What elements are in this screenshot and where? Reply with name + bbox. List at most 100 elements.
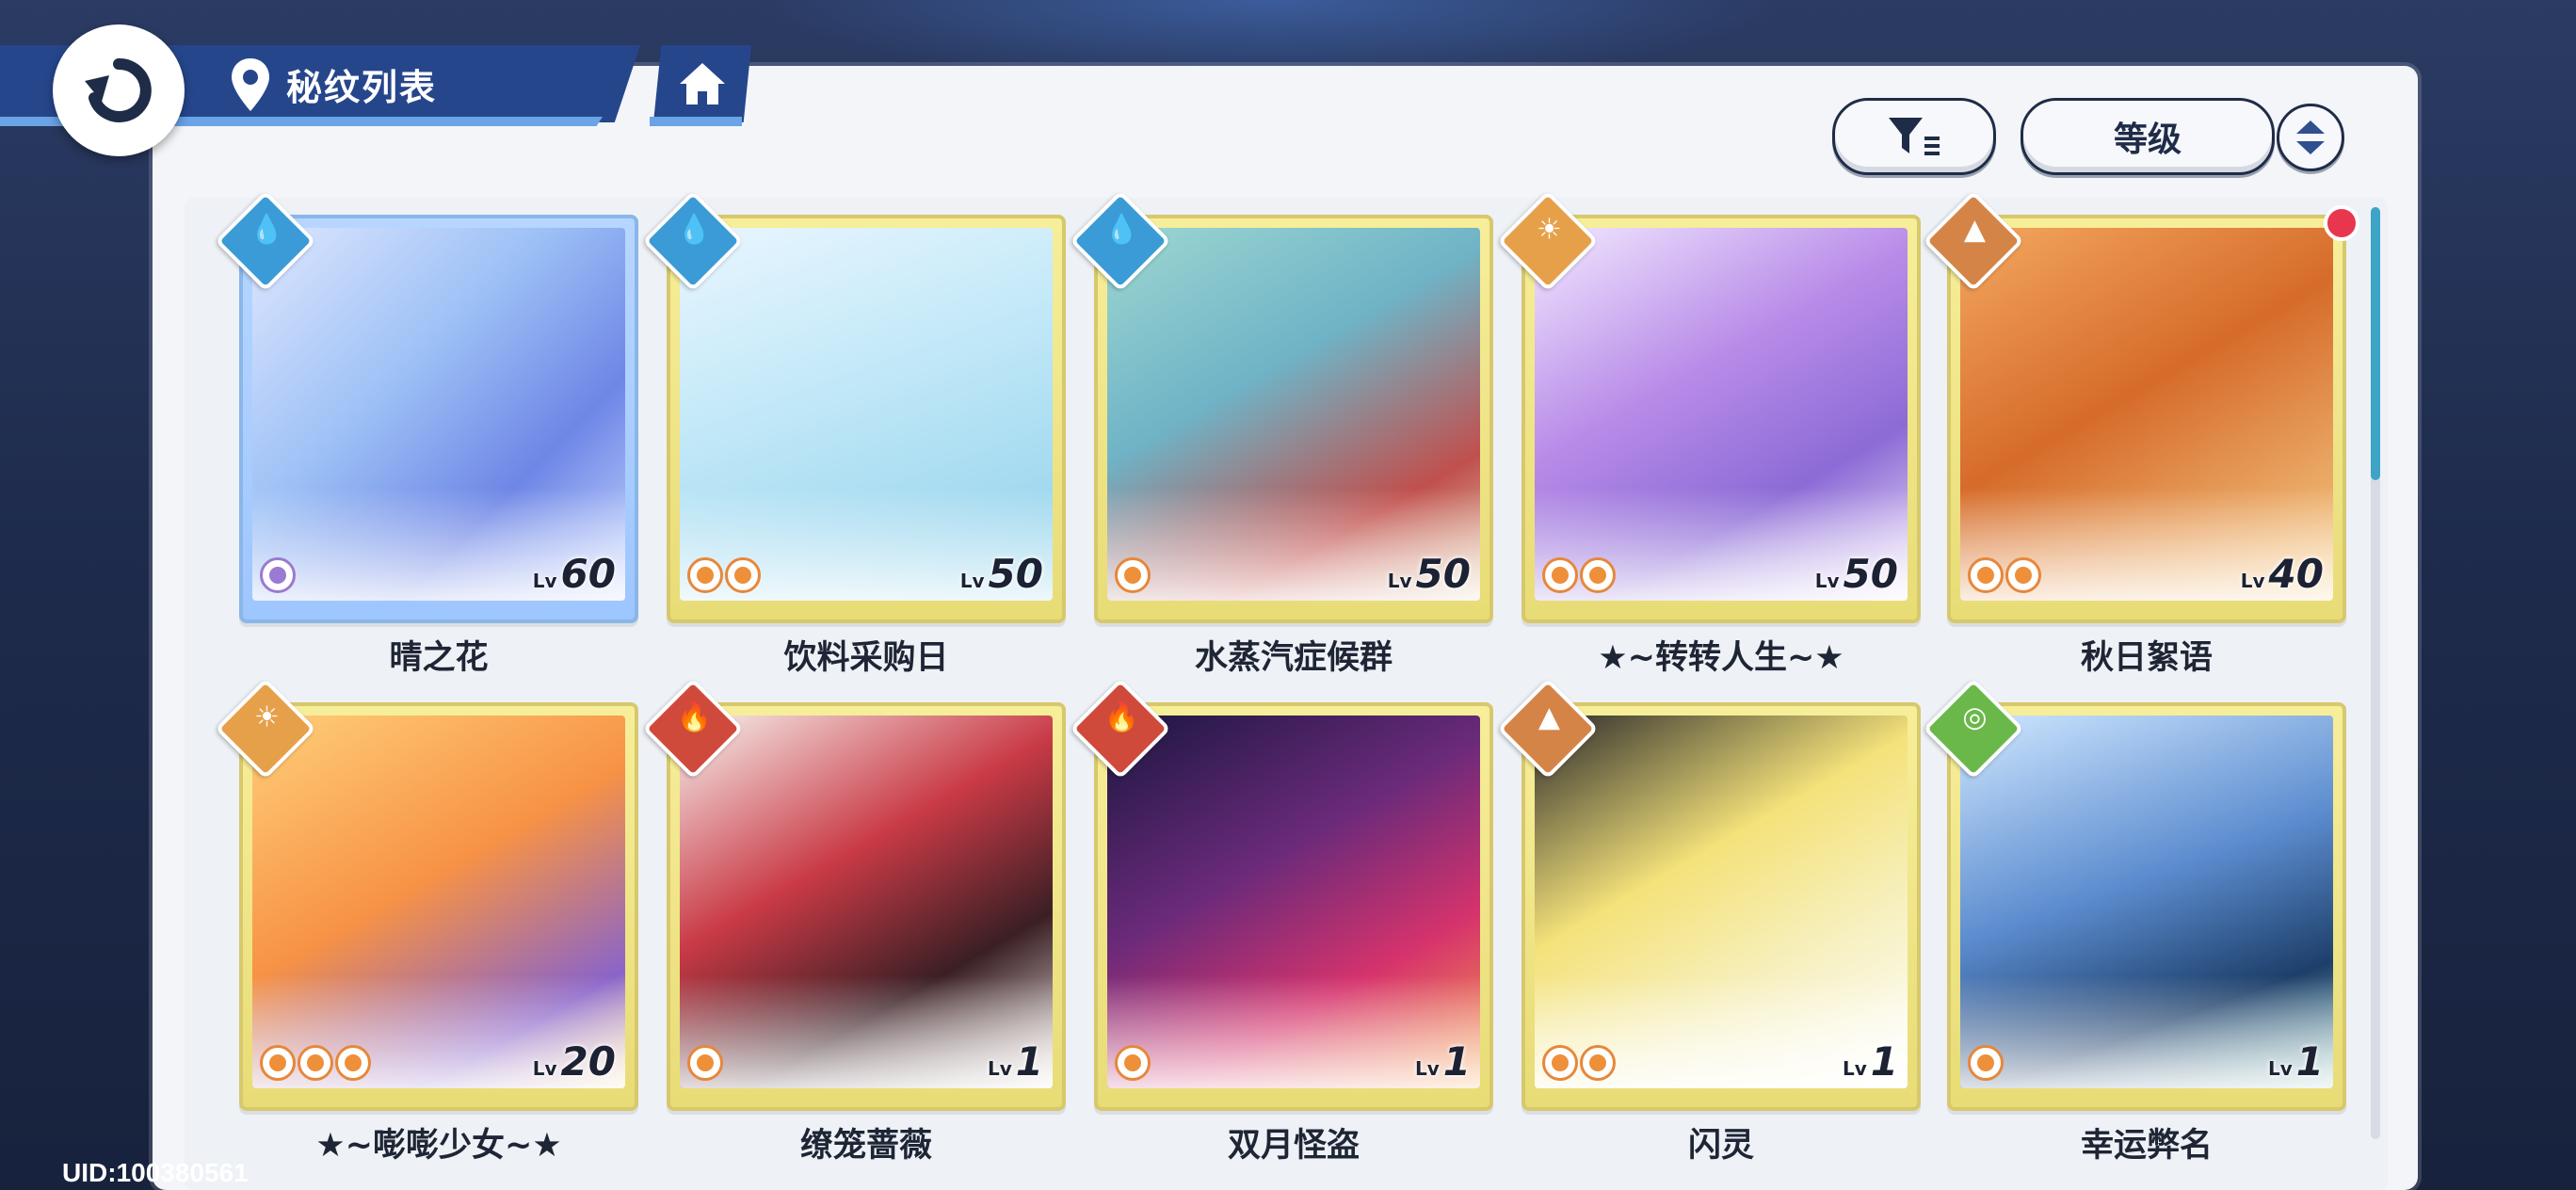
coin-icon: [1115, 1045, 1151, 1081]
coin-row: [687, 557, 761, 593]
home-stripe: [650, 117, 742, 126]
level-value: 40: [2268, 551, 2324, 597]
card-title: ★~转转人生~★: [1598, 639, 1844, 677]
coin-icon: [335, 1045, 371, 1081]
coin-icon: [1580, 557, 1616, 593]
card-art: [1535, 716, 1908, 1088]
level-prefix: Lv: [1842, 1057, 1867, 1080]
level-prefix: Lv: [1814, 570, 1840, 592]
level-value: 50: [988, 551, 1043, 597]
card-item[interactable]: 🔥 Lv1 双月怪盗: [1070, 678, 1493, 1165]
card-item[interactable]: ☀ Lv50 ★~转转人生~★: [1497, 190, 1921, 677]
scrollbar-thumb[interactable]: [2371, 207, 2380, 480]
card-art: [680, 228, 1053, 601]
card-level: Lv1: [988, 1038, 1043, 1085]
card-level: Lv50: [1815, 551, 1898, 597]
map-pin-icon: [232, 58, 269, 111]
card-level: Lv60: [533, 551, 616, 597]
card-level: Lv1: [1415, 1038, 1471, 1085]
filter-icon: [1889, 118, 1940, 155]
coin-icon: [687, 1045, 723, 1081]
coin-icon: [687, 557, 723, 593]
level-prefix: Lv: [532, 1057, 557, 1080]
coin-icon: [1968, 557, 2004, 593]
level-prefix: Lv: [959, 570, 985, 592]
back-button[interactable]: [53, 24, 185, 156]
card-title: 闪灵: [1687, 1127, 1754, 1165]
coin-row: [1968, 557, 2041, 593]
uid-label: UID:100380561: [62, 1158, 249, 1187]
card-item[interactable]: ◎ Lv1 幸运弊名: [1923, 678, 2346, 1165]
card-item[interactable]: 💧 Lv60 晴之花: [215, 190, 638, 677]
card-title: 秋日絮语: [2080, 639, 2213, 677]
coin-row: [260, 557, 296, 593]
fire-glyph-icon: 🔥: [676, 700, 713, 733]
coin-row: [1968, 1045, 2004, 1081]
level-prefix: Lv: [987, 1057, 1012, 1080]
home-button[interactable]: [653, 45, 751, 122]
card-title: 缭笼蔷薇: [799, 1127, 932, 1165]
level-prefix: Lv: [532, 570, 557, 592]
card-art: [680, 716, 1053, 1088]
coin-icon: [1115, 557, 1151, 593]
level-value: 20: [560, 1038, 616, 1085]
card-level: Lv20: [533, 1038, 616, 1085]
card-title: 双月怪盗: [1227, 1127, 1360, 1165]
level-prefix: Lv: [1414, 1057, 1440, 1080]
sort-order-toggle[interactable]: [2277, 104, 2344, 171]
card-item[interactable]: 🔥 Lv1 缭笼蔷薇: [642, 678, 1066, 1165]
coin-icon: [2005, 557, 2041, 593]
card-title: 水蒸汽症候群: [1194, 639, 1393, 677]
card-art: [252, 228, 625, 601]
wind-glyph-icon: ◎: [1962, 700, 1988, 733]
light-glyph-icon: ☀: [1536, 212, 1562, 246]
coin-row: [1115, 557, 1151, 593]
notification-dot: [2324, 205, 2359, 241]
level-value: 1: [2295, 1038, 2324, 1085]
card-title: 幸运弊名: [2080, 1127, 2213, 1165]
card-item[interactable]: ▲ Lv40 秋日絮语: [1923, 190, 2359, 677]
card-item[interactable]: ☀ Lv20 ★~嘭嘭少女~★: [215, 678, 638, 1165]
level-value: 1: [1870, 1038, 1898, 1085]
card-title: 饮料采购日: [783, 639, 949, 677]
level-prefix: Lv: [2267, 1057, 2293, 1080]
back-arrow-icon: [85, 57, 152, 122]
card-item[interactable]: 💧 Lv50 水蒸汽症候群: [1070, 190, 1493, 677]
coin-row: [260, 1045, 371, 1081]
card-item[interactable]: 💧 Lv50 饮料采购日: [642, 190, 1066, 677]
page-title: 秘纹列表: [286, 67, 438, 108]
filter-button[interactable]: [1832, 98, 1996, 175]
coin-row: [1542, 1045, 1616, 1081]
level-value: 50: [1415, 551, 1471, 597]
card-level: Lv1: [2268, 1038, 2324, 1085]
coin-icon: [260, 557, 296, 593]
card-art: [1960, 716, 2333, 1088]
card-title: 晴之花: [389, 639, 489, 677]
level-value: 1: [1015, 1038, 1043, 1085]
level-prefix: Lv: [1387, 570, 1412, 592]
card-title: ★~嘭嘭少女~★: [315, 1127, 562, 1165]
sort-select[interactable]: 等级: [2021, 98, 2275, 175]
card-level: Lv40: [2241, 551, 2324, 597]
card-item[interactable]: ▲ Lv1 闪灵: [1497, 678, 1921, 1165]
coin-row: [1542, 557, 1616, 593]
water-glyph-icon: 💧: [676, 212, 713, 246]
home-icon: [680, 63, 725, 105]
coin-icon: [1542, 557, 1578, 593]
coin-icon: [1542, 1045, 1578, 1081]
coin-icon: [1580, 1045, 1616, 1081]
card-art: [1107, 716, 1480, 1088]
coin-icon: [1968, 1045, 2004, 1081]
coin-row: [1115, 1045, 1151, 1081]
level-value: 50: [1843, 551, 1898, 597]
card-art: [1107, 228, 1480, 601]
earth-glyph-icon: ▲: [1538, 700, 1560, 733]
coin-icon: [260, 1045, 296, 1081]
level-value: 60: [560, 551, 616, 597]
card-art: [1535, 228, 1908, 601]
card-level: Lv50: [960, 551, 1043, 597]
light-glyph-icon: ☀: [253, 700, 280, 733]
coin-icon: [725, 557, 761, 593]
fire-glyph-icon: 🔥: [1103, 700, 1140, 733]
card-level: Lv1: [1843, 1038, 1898, 1085]
